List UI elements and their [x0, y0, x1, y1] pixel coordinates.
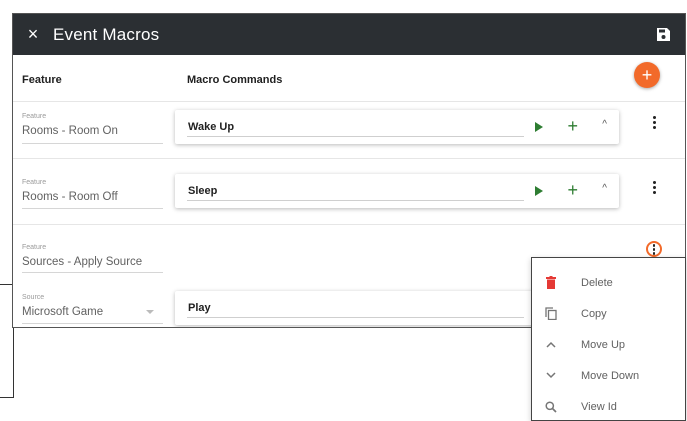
add-command-icon[interactable]: +	[567, 180, 578, 200]
feature-field-value[interactable]: Rooms - Room On	[22, 125, 118, 137]
row-divider	[13, 158, 685, 159]
menu-item-label: Delete	[581, 276, 613, 289]
column-header-macro-commands: Macro Commands	[187, 74, 283, 86]
feature-field-label: Feature	[22, 179, 47, 186]
menu-item-label: Copy	[581, 307, 607, 320]
add-command-icon[interactable]: +	[567, 116, 578, 136]
macro-command-name[interactable]: Play	[188, 302, 211, 314]
column-header-feature: Feature	[22, 74, 62, 86]
select-arrow-icon[interactable]	[146, 310, 154, 314]
macro-command-card: Wake Up + ^	[175, 110, 619, 144]
source-field-label: Source	[22, 294, 45, 301]
menu-item-copy[interactable]: Copy	[532, 298, 685, 329]
menu-item-view-id[interactable]: View Id	[532, 391, 685, 421]
play-icon[interactable]	[535, 186, 543, 196]
row-divider	[13, 101, 685, 102]
feature-field-underline	[22, 272, 163, 273]
command-underline	[187, 317, 524, 318]
menu-item-move-down[interactable]: Move Down	[532, 360, 685, 391]
search-icon	[544, 400, 558, 414]
row-divider	[13, 224, 685, 225]
chevron-up-icon	[544, 338, 558, 352]
menu-item-label: Move Up	[581, 338, 626, 351]
dialog-titlebar: × Event Macros	[13, 14, 685, 55]
command-underline	[187, 136, 524, 137]
feature-field-underline	[22, 208, 163, 209]
dialog-title: Event Macros	[53, 24, 160, 44]
menu-item-delete[interactable]: Delete	[532, 267, 685, 298]
collapse-chevron-icon[interactable]: ^	[602, 119, 607, 130]
save-icon[interactable]	[656, 27, 671, 42]
collapse-chevron-icon[interactable]: ^	[602, 183, 607, 194]
feature-field-underline	[22, 143, 163, 144]
feature-field-label: Feature	[22, 113, 47, 120]
macro-command-name[interactable]: Wake Up	[188, 121, 234, 133]
macro-command-card: Sleep + ^	[175, 174, 619, 208]
more-options-icon[interactable]	[647, 115, 661, 131]
source-select-value[interactable]: Microsoft Game	[22, 306, 103, 318]
trash-icon	[544, 276, 558, 290]
feature-field-label: Feature	[22, 244, 47, 251]
menu-item-label: View Id	[581, 400, 617, 413]
macro-command-name[interactable]: Sleep	[188, 185, 217, 197]
close-icon[interactable]: ×	[13, 14, 53, 55]
play-icon[interactable]	[535, 122, 543, 132]
menu-item-label: Move Down	[581, 369, 640, 382]
menu-item-move-up[interactable]: Move Up	[532, 329, 685, 360]
more-options-icon-active[interactable]	[646, 241, 662, 257]
command-underline	[187, 200, 524, 201]
add-macro-button[interactable]: +	[634, 62, 660, 88]
context-menu: Delete Copy Move Up Move Down View Id	[531, 257, 686, 421]
chevron-down-icon	[544, 369, 558, 383]
feature-field-value[interactable]: Rooms - Room Off	[22, 191, 118, 203]
copy-icon	[544, 307, 558, 321]
feature-field-value[interactable]: Sources - Apply Source	[22, 256, 142, 268]
source-field-underline	[22, 323, 163, 324]
more-options-icon[interactable]	[647, 180, 661, 196]
